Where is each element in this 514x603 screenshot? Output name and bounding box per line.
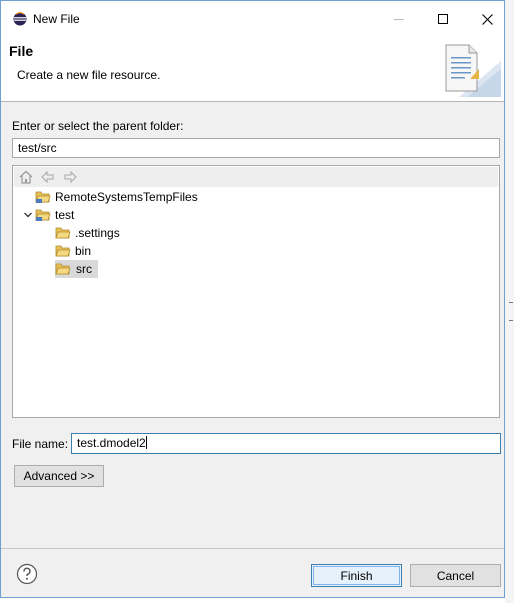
- text-caret: [145, 436, 147, 449]
- tree-item-bin[interactable]: bin: [55, 242, 91, 260]
- expand-chevron-icon[interactable]: [21, 208, 35, 222]
- new-file-wizard-icon: [445, 44, 501, 97]
- advanced-button[interactable]: Advanced >>: [14, 465, 104, 487]
- folder-icon: [55, 227, 71, 239]
- cancel-button[interactable]: Cancel: [410, 564, 501, 587]
- folder-tree[interactable]: RemoteSystemsTempFiles test .settings bi…: [12, 165, 500, 418]
- help-icon[interactable]: [16, 563, 38, 585]
- forward-arrow-icon[interactable]: [62, 169, 78, 185]
- wizard-body: Enter or select the parent folder: test/…: [1, 102, 504, 597]
- maximize-icon: [438, 14, 448, 24]
- eclipse-icon: [13, 12, 27, 26]
- folder-icon: [55, 263, 71, 275]
- maximize-button[interactable]: [421, 5, 465, 33]
- wizard-header: File Create a new file resource.: [1, 37, 504, 102]
- tree-item-settings[interactable]: .settings: [55, 224, 120, 242]
- close-icon: [481, 13, 493, 25]
- tree-item-label: test: [55, 208, 75, 222]
- tree-item-label: RemoteSystemsTempFiles: [55, 190, 198, 204]
- title-bar: New File: [1, 1, 504, 37]
- page-title: File: [9, 43, 34, 59]
- tree-item-label: src: [75, 261, 95, 277]
- home-icon[interactable]: [18, 169, 34, 185]
- project-folder-icon: [35, 209, 51, 221]
- file-name-label: File name:: [12, 437, 69, 451]
- finish-button[interactable]: Finish: [311, 564, 402, 587]
- tree-item-src[interactable]: src: [55, 260, 98, 278]
- folder-icon: [55, 245, 71, 257]
- tree-item-label: .settings: [75, 226, 120, 240]
- file-name-input[interactable]: test.dmodel2: [71, 433, 501, 454]
- window-title: New File: [33, 12, 80, 26]
- tree-item-remotesystemstempfiles[interactable]: RemoteSystemsTempFiles: [21, 188, 198, 206]
- tree-toolbar: [14, 167, 498, 187]
- new-file-dialog: New File File Create a new file resource…: [0, 0, 505, 598]
- tree-item-label: bin: [75, 244, 92, 258]
- parent-folder-input[interactable]: test/src: [12, 138, 500, 158]
- tree-item-test[interactable]: test: [21, 206, 74, 224]
- page-description: Create a new file resource.: [17, 68, 161, 82]
- project-folder-icon: [35, 191, 51, 203]
- minimize-icon: [394, 19, 404, 20]
- minimize-button[interactable]: [377, 5, 421, 33]
- button-bar-separator: [1, 548, 504, 549]
- back-arrow-icon[interactable]: [40, 169, 56, 185]
- background-window-edge: [505, 0, 514, 603]
- file-name-value: test.dmodel2: [77, 436, 146, 450]
- close-button[interactable]: [465, 5, 509, 33]
- parent-folder-label: Enter or select the parent folder:: [12, 119, 184, 133]
